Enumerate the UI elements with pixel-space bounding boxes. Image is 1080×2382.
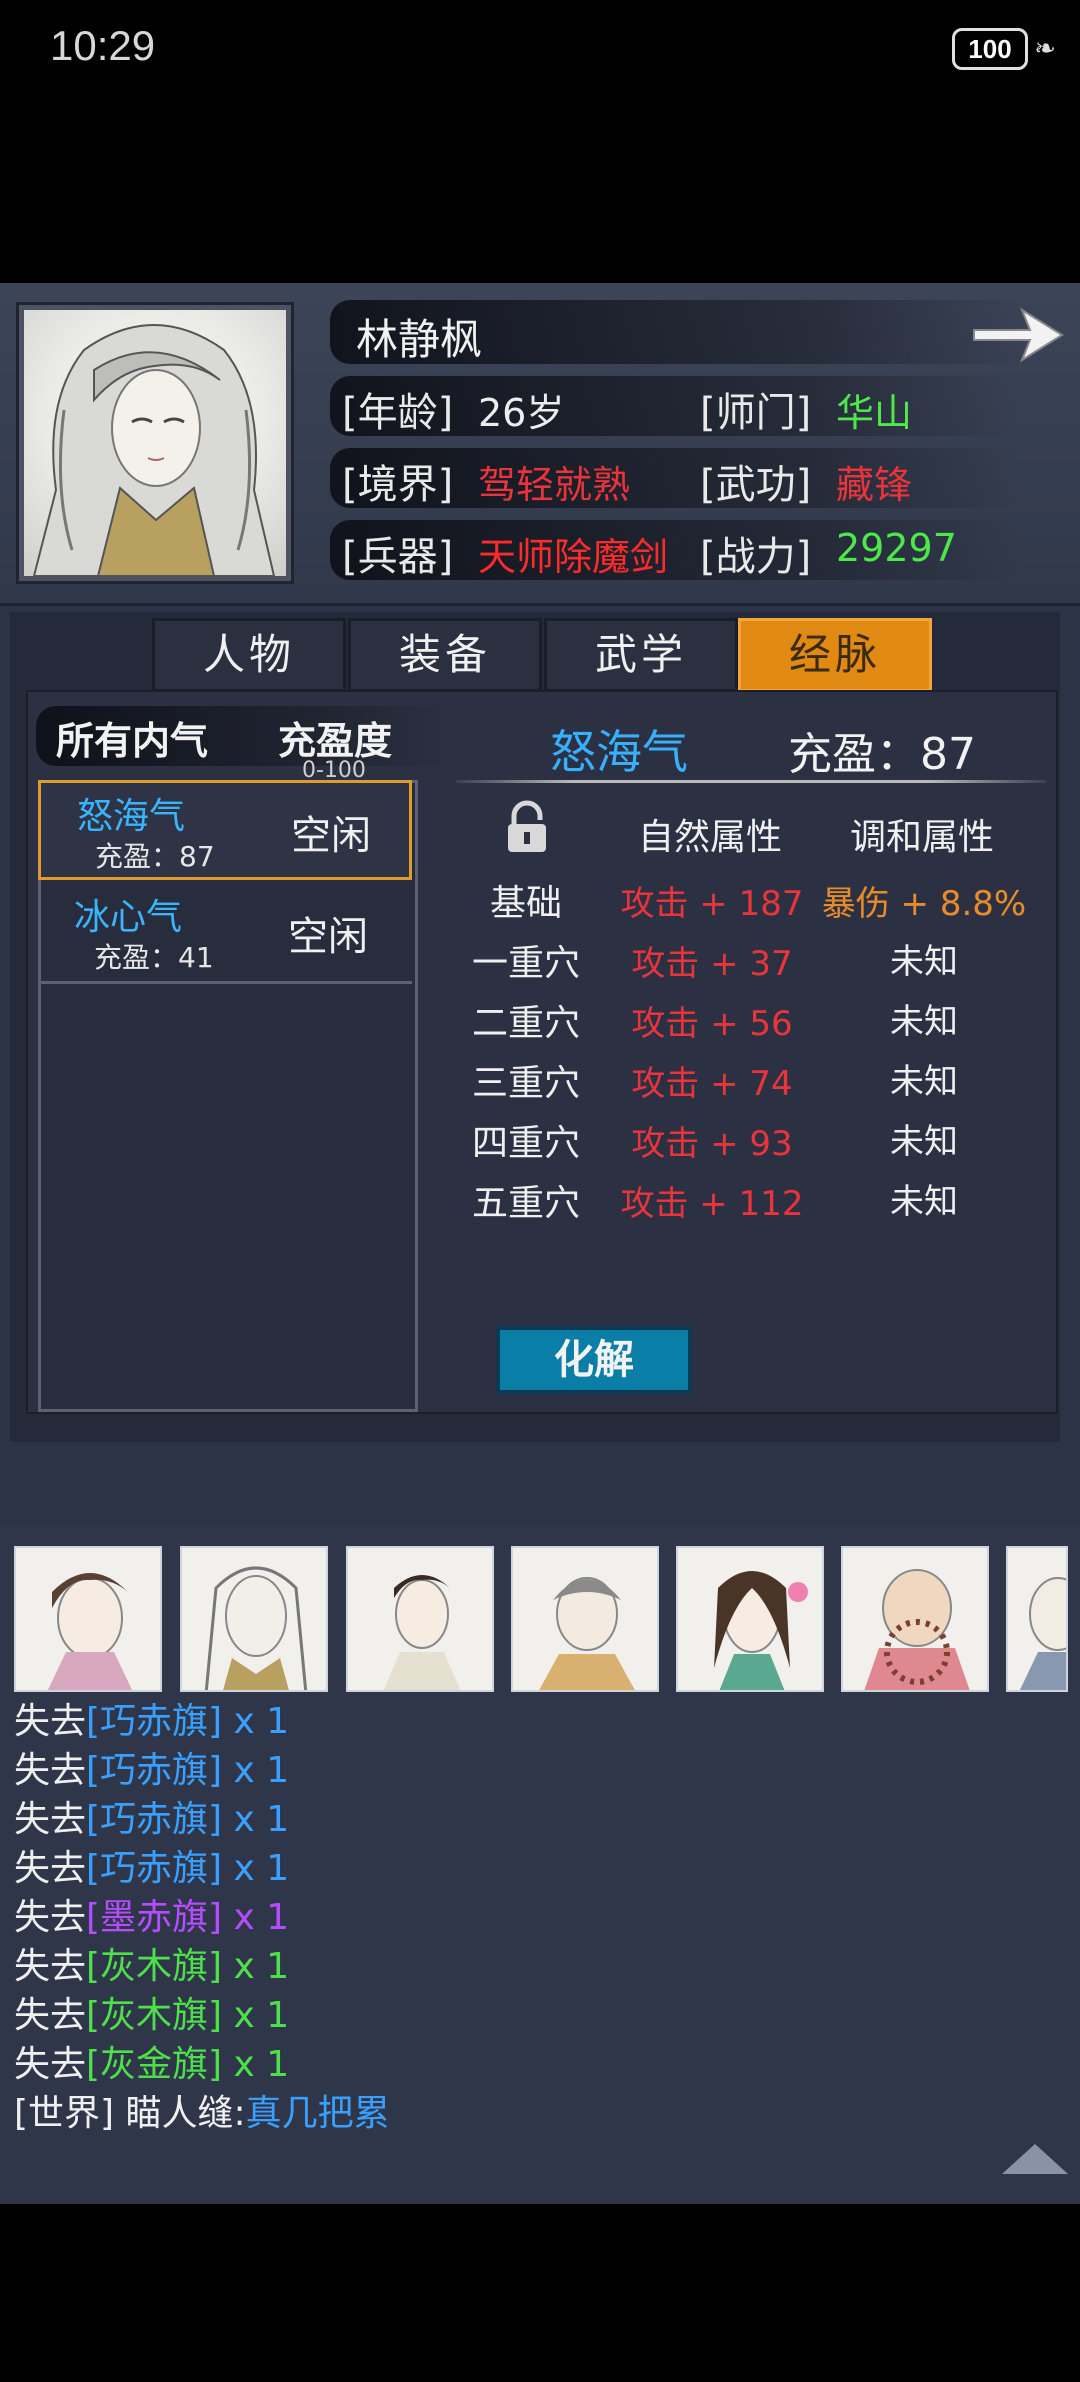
- value-weapon: 天师除魔剑: [478, 535, 669, 579]
- row-natural-1: 攻击 + 37: [631, 944, 793, 984]
- world-chat-line: [世界] 瞄人缝:真几把累: [14, 2093, 390, 2134]
- party-avatar[interactable]: [511, 1546, 659, 1692]
- qi-item-state: 空闲: [288, 914, 368, 960]
- tab-meridians[interactable]: 经脉: [738, 618, 932, 692]
- character-portrait: [24, 310, 286, 576]
- harmony-attr-header: 调和属性: [850, 817, 995, 858]
- status-time: 10:29: [50, 22, 156, 69]
- chat-line: 失去[墨赤旗] x 1: [14, 1897, 290, 1938]
- value-sect: 华山: [836, 391, 913, 435]
- label-sect: [师门]: [700, 390, 812, 436]
- tab-equipment[interactable]: 装备: [348, 618, 542, 692]
- all-qi-header: 所有内气: [56, 718, 209, 763]
- label-weapon: [兵器]: [342, 534, 454, 580]
- row-harmony-5: 未知: [890, 1182, 958, 1222]
- label-power: [战力]: [700, 534, 812, 580]
- chat-line: 失去[巧赤旗] x 1: [14, 1799, 290, 1840]
- row-harmony-2: 未知: [890, 1002, 958, 1042]
- qi-item-fill: 充盈：87: [95, 840, 215, 873]
- party-avatar[interactable]: [14, 1546, 162, 1692]
- qi-item-name: 冰心气: [74, 897, 183, 938]
- qi-item-name: 怒海气: [77, 796, 186, 837]
- next-arrow-icon[interactable]: [970, 300, 1066, 370]
- row-label-5: 五重穴: [471, 1183, 580, 1224]
- party-avatar[interactable]: [841, 1546, 989, 1692]
- row-label-1: 一重穴: [471, 943, 580, 984]
- party-avatar[interactable]: [1006, 1546, 1068, 1692]
- row-natural-3: 攻击 + 74: [631, 1064, 793, 1104]
- row-natural-base: 攻击 + 187: [620, 884, 804, 924]
- eco-leaf-icon: ❧: [1034, 34, 1056, 64]
- tab-martial-arts[interactable]: 武学: [544, 618, 738, 692]
- value-realm: 驾轻就熟: [478, 463, 631, 507]
- party-avatar[interactable]: [676, 1546, 824, 1692]
- qi-item-state: 空闲: [291, 813, 371, 859]
- value-power: 29297: [836, 526, 957, 570]
- natural-attr-header: 自然属性: [638, 817, 783, 858]
- row-harmony-4: 未知: [890, 1122, 958, 1162]
- dissolve-button[interactable]: 化解: [496, 1326, 692, 1394]
- expand-up-icon[interactable]: [1000, 2140, 1070, 2176]
- lock-icon[interactable]: [500, 800, 554, 854]
- tab-character[interactable]: 人物: [152, 618, 346, 692]
- chat-line: 失去[灰木旗] x 1: [14, 1946, 290, 1987]
- qi-detail-fill: 充盈：87: [788, 729, 976, 780]
- row-harmony-3: 未知: [890, 1062, 958, 1102]
- row-natural-2: 攻击 + 56: [631, 1004, 793, 1044]
- detail-divider: [456, 780, 1046, 783]
- party-avatar[interactable]: [346, 1546, 494, 1692]
- battery-indicator: 100: [952, 28, 1028, 70]
- party-avatar[interactable]: [180, 1546, 328, 1692]
- chat-line: 失去[巧赤旗] x 1: [14, 1848, 290, 1889]
- row-label-3: 三重穴: [471, 1063, 580, 1104]
- row-natural-5: 攻击 + 112: [620, 1184, 804, 1224]
- fullness-header: 充盈度: [278, 718, 393, 763]
- character-name: 林静枫: [356, 315, 483, 364]
- row-harmony-1: 未知: [890, 942, 958, 982]
- chat-line: 失去[灰木旗] x 1: [14, 1995, 290, 2036]
- qi-item-fill: 充盈：41: [94, 941, 214, 974]
- row-label-base: 基础: [489, 883, 562, 924]
- chat-line: 失去[巧赤旗] x 1: [14, 1701, 290, 1742]
- row-label-4: 四重穴: [471, 1123, 580, 1164]
- label-realm: [境界]: [342, 462, 454, 508]
- label-age: [年龄]: [342, 390, 454, 436]
- chat-line: 失去[灰金旗] x 1: [14, 2044, 290, 2085]
- qi-detail-title: 怒海气: [550, 725, 688, 779]
- value-skill: 藏锋: [836, 463, 913, 507]
- qi-item-bingxin[interactable]: 冰心气 充盈：41 空闲: [38, 884, 412, 984]
- row-natural-4: 攻击 + 93: [631, 1124, 793, 1164]
- row-harmony-base: 暴伤 + 8.8%: [821, 884, 1027, 924]
- chat-line: 失去[巧赤旗] x 1: [14, 1750, 290, 1791]
- row-label-2: 二重穴: [471, 1003, 580, 1044]
- label-skill: [武功]: [700, 462, 812, 508]
- value-age: 26岁: [478, 391, 565, 435]
- qi-item-nuhai[interactable]: 怒海气 充盈：87 空闲: [38, 780, 412, 880]
